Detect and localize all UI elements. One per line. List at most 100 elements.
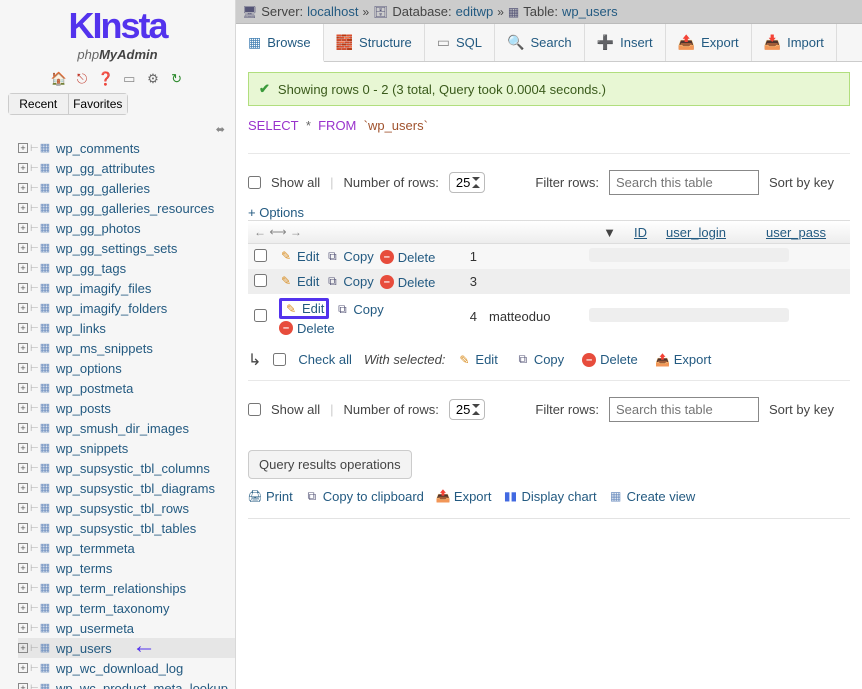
expand-icon[interactable]: + <box>18 683 28 689</box>
options-toggle[interactable]: + Options <box>248 203 304 222</box>
numrows-select[interactable]: 25 <box>449 172 485 193</box>
row-checkbox[interactable] <box>254 309 267 322</box>
expand-icon[interactable]: + <box>18 583 28 593</box>
tree-item-wp_usermeta[interactable]: +⊢▦wp_usermeta <box>18 618 235 638</box>
row-delete[interactable]: –Delete <box>380 275 436 290</box>
logout-icon[interactable]: ⎋ <box>74 71 90 87</box>
tab-browse[interactable]: ▦Browse <box>236 24 324 62</box>
filter-input-2[interactable] <box>609 397 759 422</box>
tree-item-label[interactable]: wp_gg_attributes <box>56 161 155 176</box>
expand-icon[interactable]: + <box>18 483 28 493</box>
expand-icon[interactable]: + <box>18 523 28 533</box>
tree-item-wp_users[interactable]: +⊢▦wp_users <box>18 638 235 658</box>
tree-item-label[interactable]: wp_gg_tags <box>56 261 126 276</box>
checkall-link[interactable]: Check all <box>298 352 351 367</box>
row-edit[interactable]: ✎Edit <box>279 298 329 319</box>
tree-item-wp_supsystic_tbl_rows[interactable]: +⊢▦wp_supsystic_tbl_rows <box>18 498 235 518</box>
tree-item-label[interactable]: wp_gg_galleries <box>56 181 150 196</box>
tree-item-label[interactable]: wp_usermeta <box>56 621 134 636</box>
tree-item-wp_postmeta[interactable]: +⊢▦wp_postmeta <box>18 378 235 398</box>
expand-icon[interactable]: + <box>18 163 28 173</box>
tree-item-label[interactable]: wp_supsystic_tbl_tables <box>56 521 196 536</box>
showall-checkbox-2[interactable] <box>248 403 261 416</box>
recent-favorites-toggle[interactable]: Recent Favorites <box>8 93 128 115</box>
sort-indicator-icon[interactable]: ▼ <box>448 225 626 240</box>
tab-import[interactable]: 📥Import <box>752 24 837 61</box>
collapse-handle-icon[interactable]: ⬌ <box>0 121 235 138</box>
tree-item-wp_imagify_folders[interactable]: +⊢▦wp_imagify_folders <box>18 298 235 318</box>
tree-item-label[interactable]: wp_imagify_folders <box>56 301 167 316</box>
tree-item-label[interactable]: wp_wc_product_meta_lookup <box>56 681 228 689</box>
tab-search[interactable]: 🔍Search <box>495 24 585 61</box>
expand-icon[interactable]: + <box>18 263 28 273</box>
tree-item-wp_gg_photos[interactable]: +⊢▦wp_gg_photos <box>18 218 235 238</box>
qop-chart[interactable]: ▮▮Display chart <box>503 489 596 504</box>
qop-view[interactable]: ▦Create view <box>609 489 696 504</box>
qop-print[interactable]: 🖨Print <box>248 489 293 504</box>
tree-item-wp_term_taxonomy[interactable]: +⊢▦wp_term_taxonomy <box>18 598 235 618</box>
tree-item-label[interactable]: wp_posts <box>56 401 111 416</box>
filter-input[interactable] <box>609 170 759 195</box>
tab-insert[interactable]: ➕Insert <box>585 24 666 61</box>
tree-item-label[interactable]: wp_supsystic_tbl_rows <box>56 501 189 516</box>
bulk-edit[interactable]: ✎Edit <box>457 352 497 367</box>
row-delete[interactable]: –Delete <box>380 250 436 265</box>
expand-icon[interactable]: + <box>18 143 28 153</box>
expand-icon[interactable]: + <box>18 223 28 233</box>
expand-icon[interactable]: + <box>18 183 28 193</box>
tree-item-label[interactable]: wp_ms_snippets <box>56 341 153 356</box>
tree-item-wp_smush_dir_images[interactable]: +⊢▦wp_smush_dir_images <box>18 418 235 438</box>
nav-settings-icon[interactable]: ⚙ <box>145 71 161 87</box>
row-checkbox[interactable] <box>254 274 267 287</box>
expand-icon[interactable]: + <box>18 363 28 373</box>
tree-item-wp_supsystic_tbl_columns[interactable]: +⊢▦wp_supsystic_tbl_columns <box>18 458 235 478</box>
tab-sql[interactable]: ▭SQL <box>425 24 495 61</box>
tree-item-label[interactable]: wp_gg_photos <box>56 221 141 236</box>
tree-item-wp_options[interactable]: +⊢▦wp_options <box>18 358 235 378</box>
tree-item-wp_wc_product_meta_lookup[interactable]: +⊢▦wp_wc_product_meta_lookup <box>18 678 235 689</box>
col-user-pass[interactable]: user_pass <box>758 225 834 240</box>
expand-icon[interactable]: + <box>18 243 28 253</box>
tree-item-label[interactable]: wp_imagify_files <box>56 281 151 296</box>
col-resize-handles[interactable]: ← ⟷ → <box>248 225 448 239</box>
tree-item-label[interactable]: wp_supsystic_tbl_diagrams <box>56 481 215 496</box>
expand-icon[interactable]: + <box>18 563 28 573</box>
expand-icon[interactable]: + <box>18 623 28 633</box>
tab-export[interactable]: 📤Export <box>666 24 752 61</box>
expand-icon[interactable]: + <box>18 463 28 473</box>
reload-icon[interactable]: ↻ <box>169 71 185 87</box>
tree-item-wp_gg_settings_sets[interactable]: +⊢▦wp_gg_settings_sets <box>18 238 235 258</box>
tree-item-label[interactable]: wp_postmeta <box>56 381 133 396</box>
tree-item-label[interactable]: wp_termmeta <box>56 541 135 556</box>
tree-item-wp_gg_galleries_resources[interactable]: +⊢▦wp_gg_galleries_resources <box>18 198 235 218</box>
row-edit[interactable]: ✎Edit <box>279 274 319 289</box>
tree-item-wp_gg_attributes[interactable]: +⊢▦wp_gg_attributes <box>18 158 235 178</box>
bulk-export[interactable]: 📤Export <box>656 352 712 367</box>
expand-icon[interactable]: + <box>18 503 28 513</box>
tree-item-label[interactable]: wp_links <box>56 321 106 336</box>
expand-icon[interactable]: + <box>18 323 28 333</box>
crumb-server[interactable]: localhost <box>307 4 358 19</box>
tree-item-wp_supsystic_tbl_diagrams[interactable]: +⊢▦wp_supsystic_tbl_diagrams <box>18 478 235 498</box>
tree-item-label[interactable]: wp_wc_download_log <box>56 661 183 676</box>
checkall-checkbox[interactable] <box>273 353 286 366</box>
expand-icon[interactable]: + <box>18 403 28 413</box>
expand-icon[interactable]: + <box>18 663 28 673</box>
expand-icon[interactable]: + <box>18 543 28 553</box>
tree-item-wp_termmeta[interactable]: +⊢▦wp_termmeta <box>18 538 235 558</box>
expand-icon[interactable]: + <box>18 303 28 313</box>
home-icon[interactable]: 🏠 <box>50 71 66 87</box>
row-delete[interactable]: –Delete <box>279 321 335 336</box>
expand-icon[interactable]: + <box>18 283 28 293</box>
tree-item-wp_gg_tags[interactable]: +⊢▦wp_gg_tags <box>18 258 235 278</box>
tree-item-label[interactable]: wp_users <box>56 641 112 656</box>
tree-item-wp_ms_snippets[interactable]: +⊢▦wp_ms_snippets <box>18 338 235 358</box>
tree-item-label[interactable]: wp_gg_galleries_resources <box>56 201 214 216</box>
row-copy[interactable]: ⧉Copy <box>325 274 373 289</box>
tab-structure[interactable]: 🧱Structure <box>324 24 425 61</box>
expand-icon[interactable]: + <box>18 343 28 353</box>
tree-item-wp_gg_galleries[interactable]: +⊢▦wp_gg_galleries <box>18 178 235 198</box>
tree-item-wp_term_relationships[interactable]: +⊢▦wp_term_relationships <box>18 578 235 598</box>
tree-item-label[interactable]: wp_gg_settings_sets <box>56 241 177 256</box>
expand-icon[interactable]: + <box>18 643 28 653</box>
